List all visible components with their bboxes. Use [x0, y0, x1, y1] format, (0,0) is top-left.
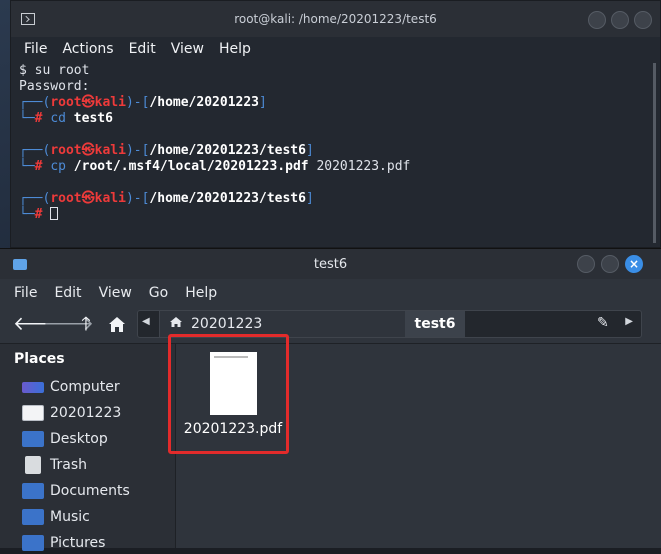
places-sidebar: Places Computer 20201223 Desktop Trash D…: [0, 344, 176, 551]
documents-folder-icon: [22, 483, 44, 499]
command-arg: 20201223.pdf: [316, 159, 411, 174]
back-arrow-icon[interactable]: 🡐: [13, 313, 64, 335]
sidebar-item-label: Pictures: [50, 535, 106, 551]
home-folder-icon: [22, 405, 44, 421]
terminal-line: $ su root: [19, 63, 640, 79]
sidebar-item-music[interactable]: Music: [22, 506, 90, 528]
prompt-user: root㉿kali: [50, 143, 126, 158]
maximize-button[interactable]: [601, 255, 619, 273]
menu-help[interactable]: Help: [185, 285, 217, 301]
command-arg: /root/.msf4/local/20201223.pdf: [73, 159, 309, 174]
home-icon[interactable]: [105, 313, 129, 335]
music-folder-icon: [22, 509, 44, 525]
command-arg: test6: [73, 111, 113, 126]
menu-edit[interactable]: Edit: [129, 41, 156, 57]
terminal-menubar: File Actions Edit View Help: [11, 37, 660, 61]
breadcrumb-current[interactable]: test6: [405, 311, 465, 337]
terminal-scrollbar[interactable]: [653, 63, 656, 243]
maximize-button[interactable]: [611, 11, 629, 29]
file-manager-titlebar: test6 ×: [0, 249, 661, 279]
file-manager-title: test6: [313, 257, 348, 272]
command: cp: [50, 159, 66, 174]
menu-go[interactable]: Go: [149, 285, 168, 301]
up-arrow-icon[interactable]: 🡑: [74, 313, 98, 335]
prompt-user: root㉿kali: [50, 95, 126, 110]
sidebar-item-home[interactable]: 20201223: [22, 402, 121, 424]
sidebar-item-label: Desktop: [50, 431, 108, 447]
file-manager-menubar: File Edit View Go Help: [0, 279, 661, 307]
prompt-path: /home/20201223: [149, 95, 259, 110]
menu-help[interactable]: Help: [219, 41, 251, 57]
trash-icon: [25, 456, 41, 474]
menu-view[interactable]: View: [99, 285, 132, 301]
terminal-titlebar: root@kali: /home/20201223/test6: [11, 1, 660, 37]
prompt-line: ┌──(root㉿kali)-[/home/20201223/test6]: [19, 191, 314, 206]
command-line: └─# cd test6: [19, 111, 113, 126]
menu-file[interactable]: File: [14, 285, 37, 301]
minimize-button[interactable]: [588, 11, 606, 29]
breadcrumb-parent-label: 20201223: [191, 316, 263, 332]
sidebar-item-trash[interactable]: Trash: [22, 454, 87, 476]
prompt-line: ┌──(root㉿kali)-[/home/20201223/test6]: [19, 143, 314, 158]
minimize-button[interactable]: [577, 255, 595, 273]
sidebar-item-label: Trash: [50, 457, 87, 473]
sidebar-item-label: 20201223: [50, 405, 122, 421]
close-button[interactable]: ×: [625, 255, 643, 273]
places-heading: Places: [14, 351, 65, 367]
prompt-path: /home/20201223/test6: [149, 191, 306, 206]
command: cd: [50, 111, 66, 126]
terminal-text: Password:: [19, 79, 90, 94]
sidebar-item-label: Music: [50, 509, 90, 525]
pictures-folder-icon: [22, 535, 44, 551]
prompt-user: root㉿kali: [50, 191, 126, 206]
menu-file[interactable]: File: [24, 41, 47, 57]
terminal-text: $ su root: [19, 63, 90, 78]
sidebar-item-label: Documents: [50, 483, 130, 499]
sidebar-item-label: Computer: [50, 379, 120, 395]
command-line: └─#: [19, 207, 640, 223]
close-button[interactable]: [634, 11, 652, 29]
highlight-box: [168, 334, 289, 454]
desktop-folder-icon: [22, 431, 44, 447]
menu-edit[interactable]: Edit: [54, 285, 81, 301]
terminal-line: Password:: [19, 79, 640, 95]
terminal-output[interactable]: $ su root Password: ┌──(root㉿kali)-[/hom…: [19, 63, 640, 247]
menu-actions[interactable]: Actions: [62, 41, 113, 57]
file-manager-window: test6 × File Edit View Go Help 🡐 🡒 🡑 ◀ 2…: [0, 248, 661, 551]
file-manager-toolbar: 🡐 🡒 🡑 ◀ 20201223 test6 ✎ ▶: [0, 307, 661, 343]
terminal-title: root@kali: /home/20201223/test6: [234, 12, 437, 26]
command-line: └─# cp /root/.msf4/local/20201223.pdf 20…: [19, 159, 411, 174]
prompt-path: /home/20201223/test6: [149, 143, 306, 158]
sidebar-item-documents[interactable]: Documents: [22, 480, 130, 502]
forward-arrow-icon[interactable]: 🡒: [43, 313, 94, 335]
terminal-window: root@kali: /home/20201223/test6 File Act…: [10, 0, 661, 248]
home-icon: [170, 317, 182, 327]
terminal-cursor: [50, 207, 59, 220]
prompt-line: ┌──(root㉿kali)-[/home/20201223]: [19, 95, 267, 110]
computer-icon: [22, 382, 44, 393]
sidebar-item-desktop[interactable]: Desktop: [22, 428, 108, 450]
menu-view[interactable]: View: [171, 41, 204, 57]
sidebar-item-computer[interactable]: Computer: [22, 376, 120, 398]
edit-path-icon[interactable]: ✎: [597, 315, 609, 331]
scroll-left-icon[interactable]: ◀: [142, 316, 150, 327]
scroll-right-icon[interactable]: ▶: [625, 316, 633, 327]
sidebar-item-pictures[interactable]: Pictures: [22, 532, 105, 554]
